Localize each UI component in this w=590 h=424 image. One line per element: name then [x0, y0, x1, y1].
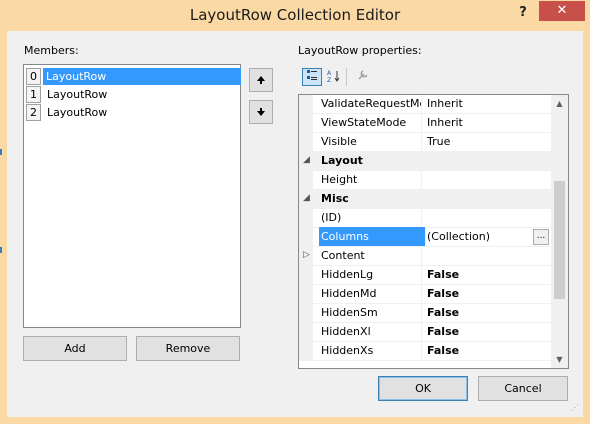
row-margin	[299, 132, 313, 151]
help-button[interactable]: ?	[508, 2, 538, 24]
members-list[interactable]: 0 LayoutRow 1 LayoutRow 2 LayoutRow	[23, 64, 241, 328]
property-pages-button[interactable]	[353, 69, 373, 87]
property-grid-scrollbar[interactable]: ▲ ▼	[551, 95, 568, 368]
add-button[interactable]: Add	[23, 336, 127, 361]
property-value[interactable]: False	[427, 265, 551, 284]
row-margin	[299, 208, 313, 227]
resize-grip-icon[interactable]: ⋰	[571, 403, 581, 413]
properties-label: LayoutRow properties:	[298, 44, 422, 57]
property-name: ViewStateMode	[321, 113, 422, 132]
ok-button[interactable]: OK	[378, 376, 468, 401]
property-value[interactable]: Inherit	[427, 113, 551, 132]
property-name: HiddenLg	[321, 265, 422, 284]
property-row[interactable]: (ID)	[299, 208, 551, 228]
down-arrow-icon	[257, 108, 265, 116]
move-up-button[interactable]	[249, 68, 273, 92]
property-name: HiddenMd	[321, 284, 422, 303]
svg-text:A: A	[327, 70, 332, 77]
list-item[interactable]: 0 LayoutRow	[26, 68, 241, 85]
row-margin	[299, 341, 313, 360]
property-name: Layout	[321, 154, 363, 167]
property-name: Misc	[321, 192, 349, 205]
row-margin	[299, 284, 313, 303]
property-value[interactable]: False	[427, 284, 551, 303]
up-arrow-icon	[257, 76, 265, 84]
property-row[interactable]: ViewStateMode Inherit	[299, 113, 551, 133]
property-name: HiddenSm	[321, 303, 422, 322]
member-name: LayoutRow	[47, 88, 108, 101]
toolbar-separator	[346, 68, 347, 86]
property-name: ValidateRequestMc	[321, 95, 422, 113]
property-name: Height	[321, 170, 422, 189]
property-value[interactable]	[427, 246, 551, 265]
window-frame-left	[0, 31, 7, 424]
window-title: LayoutRow Collection Editor	[189, 6, 401, 24]
background-edge-mark	[0, 149, 2, 155]
property-name: HiddenXl	[321, 322, 422, 341]
scroll-down-icon[interactable]: ▼	[551, 351, 568, 368]
background-edge-mark	[0, 247, 2, 253]
property-value[interactable]: False	[427, 303, 551, 322]
property-row[interactable]: ValidateRequestMc Inherit	[299, 95, 551, 114]
cancel-button[interactable]: Cancel	[478, 376, 568, 401]
property-name: Content	[321, 246, 422, 265]
property-name: HiddenXs	[321, 341, 422, 360]
property-name: Columns	[319, 227, 426, 246]
categorized-icon	[307, 70, 317, 80]
property-value[interactable]: Inherit	[427, 95, 551, 113]
categorized-button[interactable]	[302, 68, 322, 86]
move-down-button[interactable]	[249, 100, 273, 124]
alphabetical-button[interactable]: A Z	[324, 69, 344, 87]
property-row[interactable]: HiddenXs False	[299, 341, 551, 361]
property-row[interactable]: ▷ Content	[299, 246, 551, 266]
member-index: 1	[26, 86, 41, 103]
remove-button[interactable]: Remove	[136, 336, 240, 361]
window-frame-right	[583, 31, 590, 424]
close-button[interactable]: ✕	[539, 1, 585, 21]
member-name: LayoutRow	[43, 68, 241, 85]
alphabetical-icon: A Z	[327, 70, 340, 84]
property-grid[interactable]: ValidateRequestMc Inherit ViewStateMode Inh…	[298, 94, 569, 369]
property-grid-rows: ValidateRequestMc Inherit ViewStateMode Inh…	[299, 95, 551, 368]
ellipsis-button[interactable]: ...	[533, 229, 549, 245]
collapse-icon[interactable]: ◢	[303, 189, 310, 208]
collapse-icon[interactable]: ◢	[303, 151, 310, 170]
list-item[interactable]: 1 LayoutRow	[26, 86, 238, 103]
property-row[interactable]: HiddenXl False	[299, 322, 551, 342]
scroll-up-icon[interactable]: ▲	[551, 95, 568, 112]
property-value[interactable]: False	[427, 322, 551, 341]
property-value[interactable]	[427, 208, 551, 227]
row-margin	[299, 322, 313, 341]
property-value[interactable]: True	[427, 132, 551, 151]
property-row[interactable]: HiddenSm False	[299, 303, 551, 323]
member-index: 0	[26, 68, 41, 85]
property-category-row[interactable]: ◢ Misc	[299, 189, 551, 209]
property-pages-icon	[358, 70, 368, 80]
property-name: Visible	[321, 132, 422, 151]
property-row[interactable]: HiddenMd False	[299, 284, 551, 304]
list-item[interactable]: 2 LayoutRow	[26, 104, 238, 121]
row-margin	[299, 113, 313, 132]
property-row[interactable]: HiddenLg False	[299, 265, 551, 285]
property-value[interactable]	[427, 170, 551, 189]
svg-text:Z: Z	[327, 77, 331, 83]
property-category-row[interactable]: ◢ Layout	[299, 151, 551, 171]
property-name: (ID)	[321, 208, 422, 227]
member-name: LayoutRow	[47, 106, 108, 119]
property-row[interactable]: Height	[299, 170, 551, 190]
row-margin	[299, 95, 313, 113]
scrollbar-thumb[interactable]	[554, 181, 565, 299]
row-margin	[299, 303, 313, 322]
member-index: 2	[26, 104, 41, 121]
members-label: Members:	[24, 44, 79, 57]
row-margin	[299, 265, 313, 284]
expand-icon[interactable]: ▷	[303, 246, 310, 265]
property-value[interactable]: False	[427, 341, 551, 360]
row-margin	[299, 227, 313, 246]
property-row[interactable]: Columns (Collection)...	[299, 227, 551, 247]
row-margin	[299, 170, 313, 189]
window-frame-bottom	[0, 417, 590, 424]
property-row[interactable]: Visible True	[299, 132, 551, 152]
